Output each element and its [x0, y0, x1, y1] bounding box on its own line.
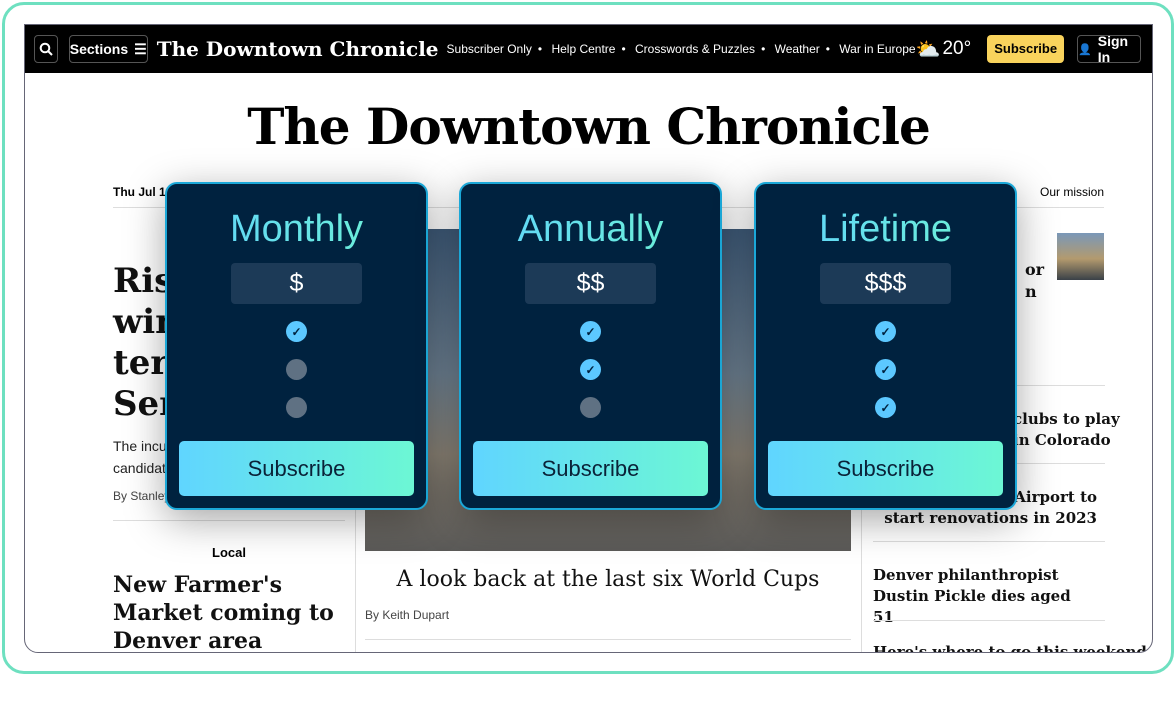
plan-name: Lifetime: [756, 208, 1015, 251]
divider: [365, 639, 851, 640]
check-icon: ✓: [580, 359, 601, 380]
plan-card-monthly: Monthly $ ✓ Subscribe: [165, 182, 428, 510]
plan-price: $$: [525, 263, 656, 304]
plan-card-lifetime: Lifetime $$$ ✓ ✓ ✓ Subscribe: [754, 182, 1017, 510]
news-page: Sections ☰ The Downtown Chronicle Subscr…: [24, 24, 1153, 653]
right-headline[interactable]: or n: [1025, 259, 1044, 303]
check-icon: ✓: [875, 397, 896, 418]
check-icon: ✓: [286, 321, 307, 342]
divider: [113, 520, 345, 521]
search-button[interactable]: [34, 35, 58, 63]
nav-link[interactable]: Subscriber Only: [447, 42, 532, 56]
menu-icon: ☰: [134, 40, 147, 57]
local-headline[interactable]: New Farmer's Market coming to Denver are…: [113, 571, 353, 652]
right-headline[interactable]: Denver philanthropist Dustin Pickle dies…: [873, 565, 1093, 628]
top-nav: Subscriber Only • Help Centre • Crosswords…: [446, 42, 916, 56]
top-bar: Sections ☰ The Downtown Chronicle Subscr…: [25, 25, 1152, 73]
user-icon: 👤: [1078, 43, 1092, 56]
logo[interactable]: The Downtown Chronicle: [157, 37, 439, 61]
weather-icon: ⛅: [915, 38, 941, 61]
search-icon: [39, 42, 53, 56]
plan-subscribe-button[interactable]: Subscribe: [179, 441, 414, 496]
dateline: Thu Jul 1: [113, 185, 166, 199]
plan-card-annually: Annually $$ ✓ ✓ Subscribe: [459, 182, 722, 510]
thumbnail-image[interactable]: [1057, 233, 1104, 280]
nav-link[interactable]: Crosswords & Puzzles: [635, 42, 755, 56]
disabled-feature-icon: [580, 397, 601, 418]
plan-price: $: [231, 263, 362, 304]
divider: [873, 620, 1105, 621]
check-icon: ✓: [875, 359, 896, 380]
section-label: Local: [212, 545, 246, 560]
center-byline: By Keith Dupart: [365, 608, 450, 622]
plan-subscribe-button[interactable]: Subscribe: [768, 441, 1003, 496]
our-mission-link[interactable]: Our mission: [1040, 185, 1104, 199]
weather-temp: 20°: [942, 38, 972, 59]
right-headline[interactable]: clubs to play in Colorado: [1013, 409, 1120, 451]
lead-byline: By Stanley: [113, 489, 171, 503]
lead-dek: The incu candidat: [113, 435, 167, 479]
plan-name: Annually: [461, 208, 720, 251]
nav-link[interactable]: War in Europe: [839, 42, 915, 56]
right-headline[interactable]: Here's where to go this weekend: [873, 643, 1147, 652]
check-icon: ✓: [875, 321, 896, 342]
dek-line: The incu: [113, 438, 167, 454]
disabled-feature-icon: [286, 359, 307, 380]
subscribe-button[interactable]: Subscribe: [987, 35, 1065, 63]
sections-button[interactable]: Sections ☰: [68, 35, 148, 63]
nav-link[interactable]: Help Centre: [551, 42, 615, 56]
sections-label: Sections: [69, 41, 129, 57]
masthead: The Downtown Chronicle: [247, 97, 931, 156]
sign-in-label: Sign In: [1097, 33, 1129, 65]
nav-link[interactable]: Weather: [775, 42, 820, 56]
plan-subscribe-button[interactable]: Subscribe: [473, 441, 708, 496]
plan-name: Monthly: [167, 208, 426, 251]
divider: [873, 541, 1105, 542]
check-icon: ✓: [580, 321, 601, 342]
center-caption[interactable]: A look back at the last six World Cups: [365, 567, 851, 592]
sign-in-button[interactable]: 👤 Sign In: [1077, 33, 1141, 65]
plan-price: $$$: [820, 263, 951, 304]
disabled-feature-icon: [286, 397, 307, 418]
dek-line: candidat: [113, 460, 166, 476]
